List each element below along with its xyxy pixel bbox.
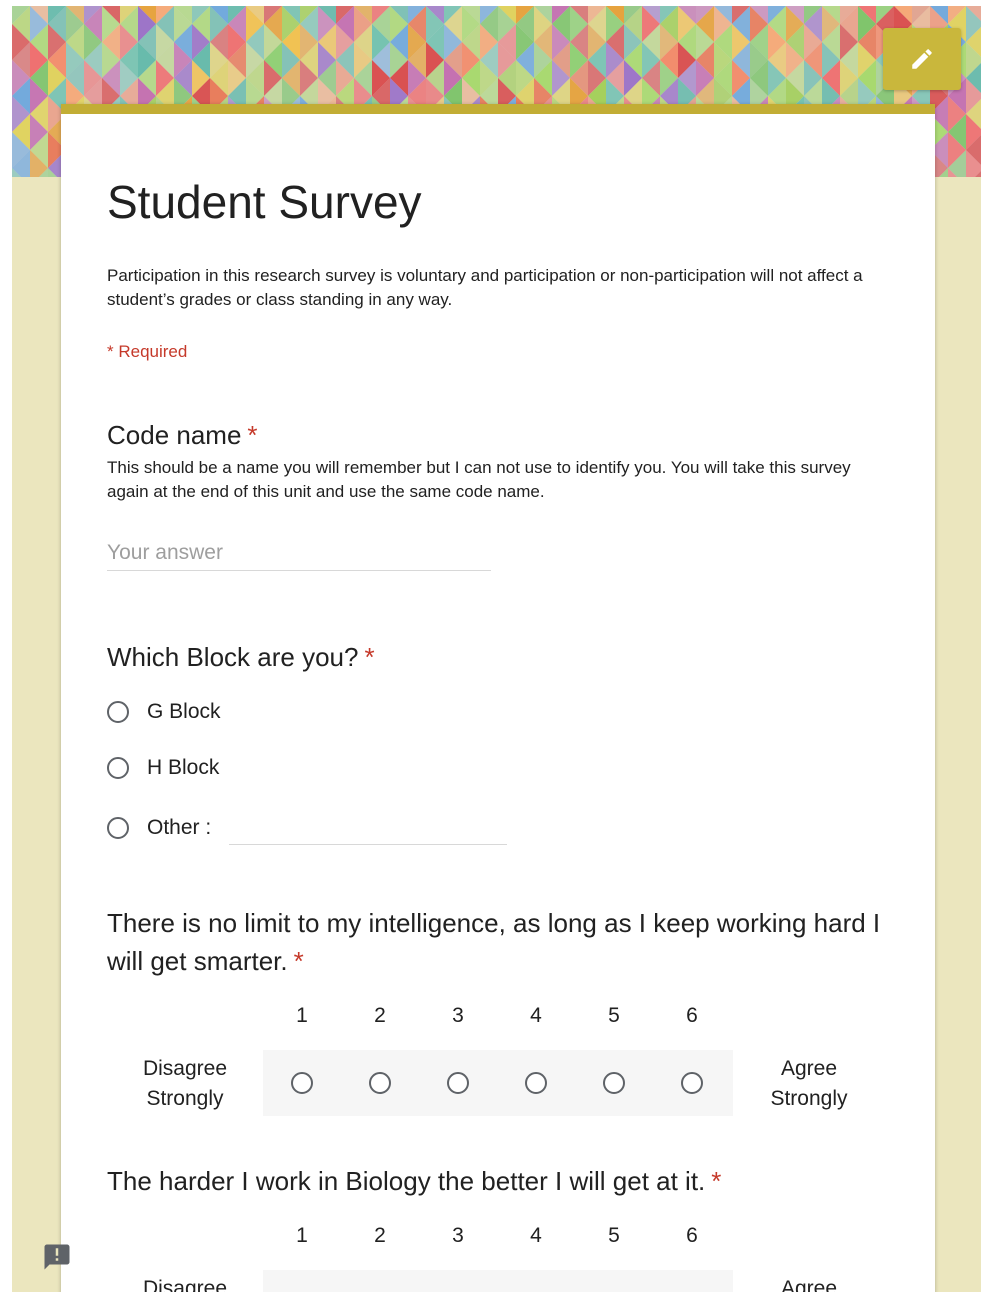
scale-number: 5 [608, 1224, 620, 1247]
question-block-title: Which Block are you? * [107, 638, 375, 676]
required-star: * [293, 946, 304, 976]
linear-scale-row [263, 1050, 733, 1116]
required-note: * Required [107, 342, 188, 361]
scale-number: 3 [452, 1004, 464, 1027]
scale-low-label: Disagree [142, 1277, 228, 1292]
required-star: * [364, 642, 375, 672]
linear-scale-row [263, 1270, 733, 1292]
required-star: * [711, 1166, 722, 1196]
radio-button[interactable] [107, 701, 129, 723]
question-title-text: There is no limit to my intelligence, as… [107, 908, 881, 976]
code-name-input[interactable] [107, 536, 491, 571]
form-card: Student Survey Participation in this res… [61, 104, 935, 1292]
scale-high-label: Agree [780, 1277, 838, 1292]
scale-number: 1 [296, 1224, 308, 1247]
scale-number: 2 [374, 1224, 386, 1247]
question-title-text: The harder I work in Biology the better … [107, 1166, 706, 1196]
report-feedback-button[interactable] [42, 1242, 72, 1272]
scale-number: 1 [296, 1004, 308, 1027]
scale-radio-1[interactable] [291, 1072, 313, 1094]
radio-option-g-block[interactable]: G Block [107, 700, 221, 724]
form-title: Student Survey [107, 176, 422, 228]
report-icon [44, 1244, 70, 1270]
form-page: Student Survey Participation in this res… [12, 6, 981, 1292]
scale-radio-2[interactable] [369, 1072, 391, 1094]
question-code-name-title: Code name * [107, 416, 258, 454]
scale-radio-5[interactable] [603, 1072, 625, 1094]
radio-button[interactable] [107, 757, 129, 779]
form-description: Participation in this research survey is… [107, 266, 863, 309]
edit-button[interactable] [883, 28, 961, 90]
scale-number: 4 [530, 1224, 542, 1247]
scale-low-label: Disagree Strongly [142, 1057, 228, 1110]
scale-number: 3 [452, 1224, 464, 1247]
question-title-text: Code name [107, 420, 242, 450]
other-text-input[interactable] [229, 814, 507, 845]
radio-button[interactable] [107, 817, 129, 839]
scale-radio-4[interactable] [525, 1072, 547, 1094]
radio-option-other[interactable]: Other : [107, 816, 211, 840]
scale-number: 6 [686, 1224, 698, 1247]
scale-high-label: Agree Strongly [770, 1057, 848, 1110]
scale-radio-3[interactable] [447, 1072, 469, 1094]
question-biology-title: The harder I work in Biology the better … [107, 1162, 887, 1200]
scale-number: 4 [530, 1004, 542, 1027]
radio-label: G Block [147, 700, 221, 723]
scale-radio-6[interactable] [681, 1072, 703, 1094]
required-star: * [247, 420, 258, 450]
pencil-icon [912, 49, 932, 69]
question-intelligence-title: There is no limit to my intelligence, as… [107, 904, 887, 980]
scale-number: 2 [374, 1004, 386, 1027]
scale-number: 5 [608, 1004, 620, 1027]
radio-label: Other : [147, 816, 212, 839]
scale-number: 6 [686, 1004, 698, 1027]
radio-option-h-block[interactable]: H Block [107, 756, 219, 780]
radio-label: H Block [147, 756, 220, 779]
question-title-text: Which Block are you? [107, 642, 359, 672]
question-code-name-help: This should be a name you will remember … [107, 458, 851, 501]
